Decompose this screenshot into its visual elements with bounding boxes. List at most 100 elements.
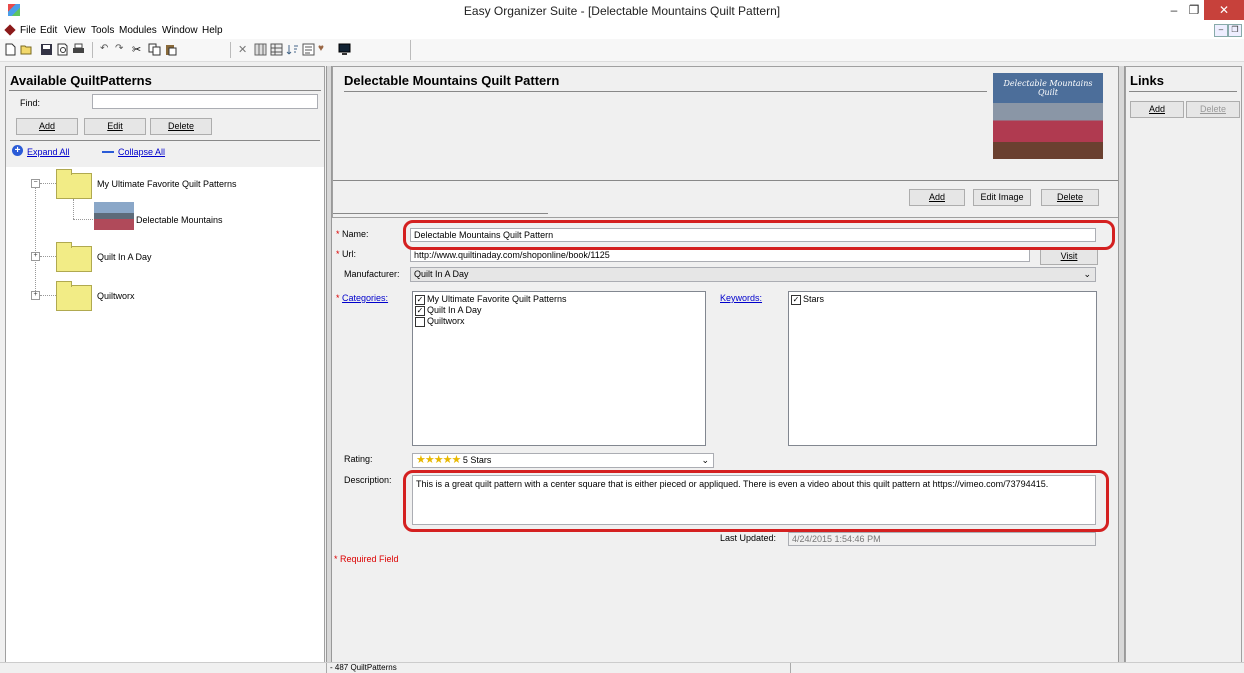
collapse-toggle[interactable]: − xyxy=(31,179,40,188)
tree-line xyxy=(73,199,74,219)
add-image-button[interactable]: Add xyxy=(909,189,965,206)
detail-header: Delectable Mountains Quilt Pattern Delec… xyxy=(332,66,1119,218)
collapse-all-link[interactable]: Collapse All xyxy=(118,147,165,157)
edit-image-button[interactable]: Edit Image xyxy=(973,189,1031,206)
redo-icon[interactable]: ↷ xyxy=(115,43,128,56)
title-bar: Easy Organizer Suite - [Delectable Mount… xyxy=(0,0,1244,22)
new-document-icon[interactable] xyxy=(4,43,17,56)
cover-text: Delectable Mountains Quilt xyxy=(1003,79,1093,97)
links-panel: Links Add Delete xyxy=(1125,66,1242,665)
required-mark: * xyxy=(336,229,340,239)
url-label-text: Url: xyxy=(342,249,357,259)
plus-circle-icon[interactable]: + xyxy=(12,145,23,156)
categories-label: * Categories: xyxy=(336,293,388,303)
monitor-icon[interactable] xyxy=(338,43,351,56)
category-checkbox[interactable]: ✓ xyxy=(415,295,425,305)
document-icon xyxy=(4,24,16,36)
copy-icon[interactable] xyxy=(148,43,161,56)
status-bar: - 487 QuiltPatterns xyxy=(0,662,1244,673)
categories-link[interactable]: Categories: xyxy=(342,293,388,303)
menu-view[interactable]: View xyxy=(64,25,86,36)
close-button[interactable]: ✕ xyxy=(1204,0,1244,20)
undo-icon[interactable]: ↶ xyxy=(100,43,113,56)
minus-icon[interactable] xyxy=(102,151,114,153)
chevron-down-icon: ⌄ xyxy=(1083,269,1091,279)
chevron-down-icon: ⌄ xyxy=(701,455,709,465)
tree-line xyxy=(73,219,93,220)
last-updated-label: Last Updated: xyxy=(720,533,777,543)
cut-icon[interactable]: ✂ xyxy=(132,43,145,56)
delete-button[interactable]: Delete xyxy=(150,118,212,135)
toolbar-separator xyxy=(92,42,93,58)
required-mark: * xyxy=(334,554,338,564)
expand-toggle[interactable]: + xyxy=(31,291,40,300)
keyword-checkbox[interactable]: ✓ xyxy=(791,295,801,305)
url-input[interactable]: http://www.quiltinaday.com/shoponline/bo… xyxy=(410,248,1030,262)
heart-icon[interactable]: ♥ xyxy=(318,43,331,56)
folder-icon xyxy=(56,169,92,199)
menu-bar: File Edit View Tools Modules Window Help… xyxy=(0,22,1244,39)
mdi-minimize-button[interactable]: – xyxy=(1214,24,1228,37)
star-rating-icon: ★★★★★ xyxy=(416,454,461,466)
menu-file[interactable]: File xyxy=(20,25,36,36)
keywords-link[interactable]: Keywords: xyxy=(720,293,762,303)
rating-select[interactable]: ★★★★★ 5 Stars ⌄ xyxy=(412,453,714,468)
delete-link-button[interactable]: Delete xyxy=(1186,101,1240,118)
menu-window[interactable]: Window xyxy=(162,25,198,36)
tree-item-label[interactable]: Delectable Mountains xyxy=(136,215,223,225)
tree-item-label[interactable]: My Ultimate Favorite Quilt Patterns xyxy=(97,179,237,189)
required-field-note: * Required Field xyxy=(334,554,399,564)
name-label-text: Name: xyxy=(342,229,369,239)
keywords-list: ✓ Stars xyxy=(788,291,1097,446)
tree-item-label[interactable]: Quilt In A Day xyxy=(97,252,152,262)
add-button[interactable]: Add xyxy=(16,118,78,135)
category-checkbox[interactable]: ✓ xyxy=(415,306,425,316)
edit-button-label: Edit xyxy=(107,121,123,131)
visit-label: Visit xyxy=(1060,251,1078,261)
print-icon[interactable] xyxy=(72,43,85,56)
report-icon[interactable] xyxy=(302,43,315,56)
manufacturer-label: Manufacturer: xyxy=(344,269,400,279)
manufacturer-select[interactable]: Quilt In A Day ⌄ xyxy=(410,267,1096,282)
category-label: Quilt In A Day xyxy=(427,305,482,315)
find-input[interactable] xyxy=(92,94,318,109)
paste-icon[interactable] xyxy=(164,43,177,56)
print-preview-icon[interactable] xyxy=(56,43,69,56)
keyword-label: Stars xyxy=(803,294,825,304)
add-link-button[interactable]: Add xyxy=(1130,101,1184,118)
edit-button[interactable]: Edit xyxy=(84,118,146,135)
delete-icon[interactable]: ✕ xyxy=(238,43,251,56)
tree-item-label[interactable]: Quiltworx xyxy=(97,291,135,301)
tree-line xyxy=(40,295,56,296)
open-folder-icon[interactable] xyxy=(20,43,33,56)
expand-toggle[interactable]: + xyxy=(31,252,40,261)
delete-button-label: Delete xyxy=(167,121,194,131)
links-title: Links xyxy=(1130,73,1164,88)
grid-icon[interactable] xyxy=(270,43,283,56)
toolbar-separator xyxy=(410,40,411,60)
mdi-restore-button[interactable]: ❐ xyxy=(1228,24,1242,37)
folder-icon xyxy=(56,281,92,311)
columns-icon[interactable] xyxy=(254,43,267,56)
menu-tools[interactable]: Tools xyxy=(91,25,114,36)
add-image-label: Add xyxy=(928,192,945,202)
sort-icon[interactable] xyxy=(286,43,299,56)
splitter[interactable] xyxy=(1118,66,1125,663)
delete-image-button[interactable]: Delete xyxy=(1041,189,1099,206)
menu-modules[interactable]: Modules xyxy=(119,25,157,36)
rating-value: 5 Stars xyxy=(462,455,492,465)
name-label: * Name: xyxy=(336,229,369,239)
toolbar: ↶ ↷ ✂ ✕ ♥ xyxy=(0,39,1244,62)
category-checkbox[interactable] xyxy=(415,317,425,327)
record-title: Delectable Mountains Quilt Pattern xyxy=(344,73,560,88)
description-highlight-box xyxy=(403,470,1109,532)
visit-button[interactable]: Visit xyxy=(1040,248,1098,265)
menu-help[interactable]: Help xyxy=(202,25,223,36)
save-icon[interactable] xyxy=(40,43,53,56)
category-label: Quiltworx xyxy=(427,316,465,326)
manufacturer-value: Quilt In A Day xyxy=(414,269,469,279)
menu-edit[interactable]: Edit xyxy=(40,25,57,36)
quilt-thumbnail xyxy=(94,202,134,230)
expand-all-link[interactable]: Expand All xyxy=(27,147,70,157)
description-label: Description: xyxy=(344,475,392,485)
